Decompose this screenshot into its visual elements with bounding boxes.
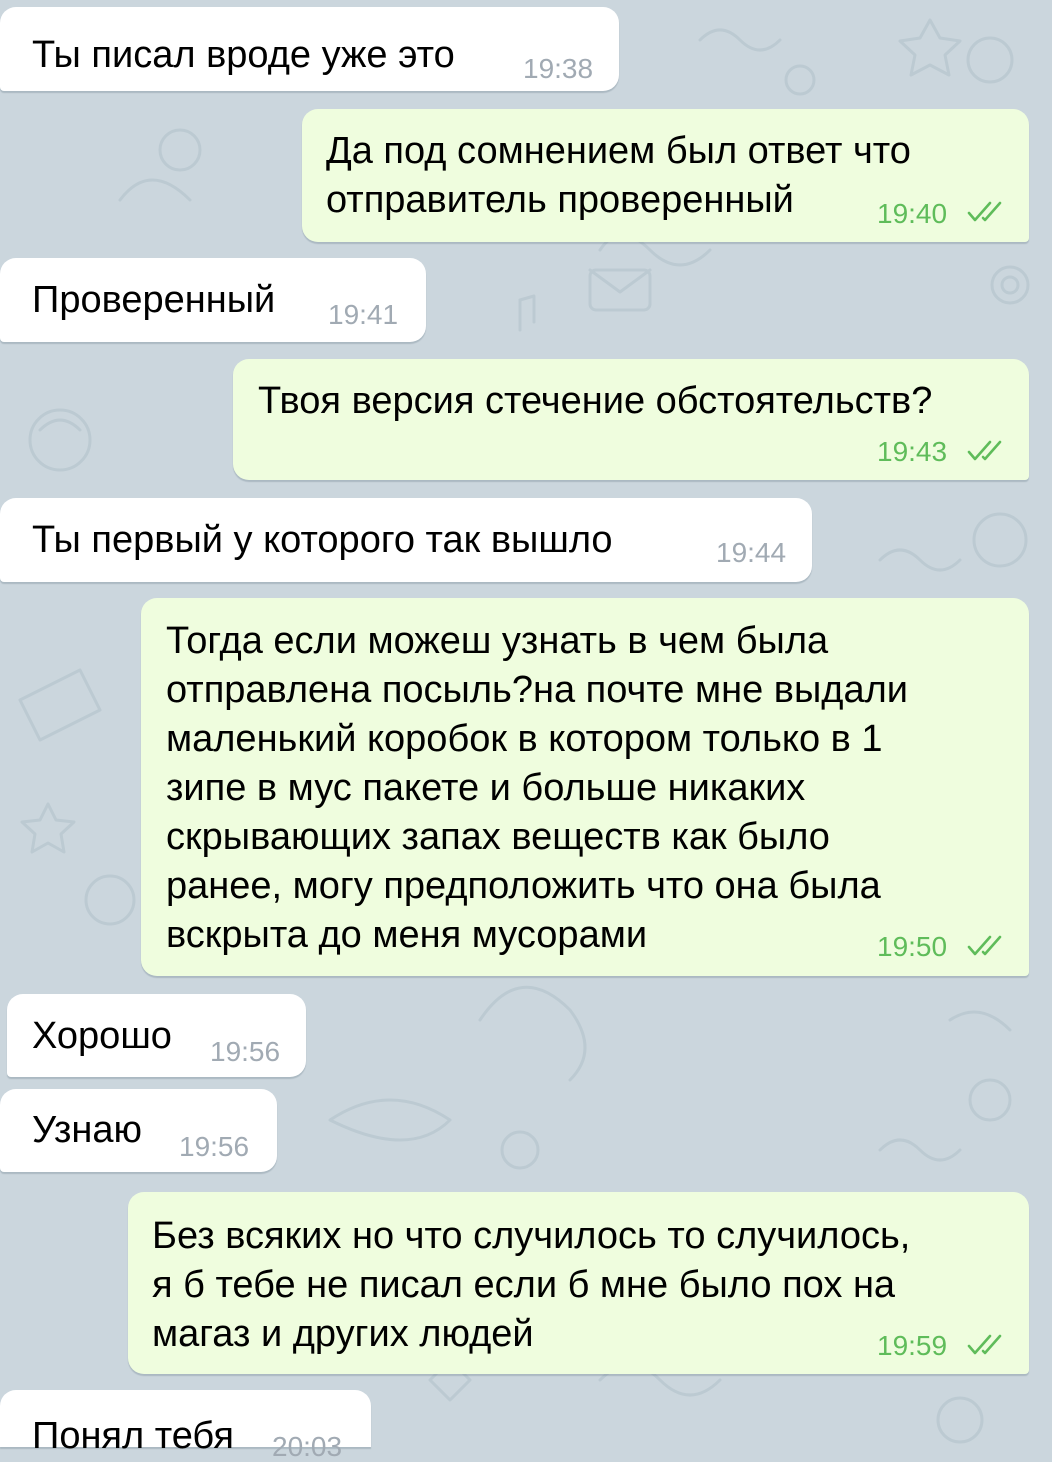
- message-text: Да под сомнением был ответ что отправите…: [326, 130, 911, 221]
- message-time: 20:03: [272, 1431, 343, 1462]
- message-text: Твоя версия стечение обстоятельств?: [258, 380, 933, 422]
- message-text: Узнаю: [32, 1109, 143, 1151]
- message-time: 19:38: [523, 53, 594, 84]
- message-bubble-incoming[interactable]: Проверенный 19:41: [0, 258, 426, 342]
- message-bubble-incoming[interactable]: Ты первый у которого так вышло 19:44: [0, 498, 812, 582]
- message-bubble-incoming[interactable]: Узнаю 19:56: [0, 1089, 277, 1172]
- message-time: 19:40: [877, 198, 948, 229]
- message-time: 19:44: [716, 537, 787, 568]
- message-bubble-outgoing[interactable]: Без всяких но что случилось то случилось…: [128, 1192, 1029, 1374]
- message-bubble-outgoing[interactable]: Да под сомнением был ответ что отправите…: [302, 109, 1029, 242]
- message-text: Хорошо: [32, 1015, 172, 1057]
- double-check-icon: [967, 1334, 1002, 1355]
- double-check-icon: [967, 935, 1002, 956]
- double-check-icon: [967, 440, 1002, 461]
- message-time: 19:50: [877, 931, 948, 962]
- message-bubble-incoming[interactable]: Хорошо 19:56: [7, 994, 306, 1077]
- double-check-icon: [967, 201, 1002, 222]
- message-text: Без всяких но что случилось то случилось…: [152, 1215, 911, 1355]
- message-time: 19:43: [877, 436, 948, 467]
- message-time: 19:59: [877, 1330, 948, 1361]
- message-bubble-outgoing[interactable]: Твоя версия стечение обстоятельств? 19:4…: [233, 359, 1029, 480]
- message-text: Понял тебя: [32, 1415, 234, 1457]
- message-text: Ты писал вроде уже это: [32, 34, 455, 76]
- message-time: 19:41: [328, 299, 399, 330]
- message-bubble-incoming[interactable]: Понял тебя 20:03: [0, 1390, 371, 1462]
- message-text: Проверенный: [32, 279, 276, 321]
- message-text: Тогда если можеш узнать в чем была отпра…: [166, 620, 909, 956]
- message-text: Ты первый у которого так вышло: [32, 519, 613, 561]
- chat-messages: Ты писал вроде уже это 19:38 Да под сомн…: [0, 0, 1052, 1462]
- message-bubble-outgoing[interactable]: Тогда если можеш узнать в чем была отпра…: [141, 598, 1029, 976]
- message-time: 19:56: [210, 1036, 281, 1067]
- message-time: 19:56: [179, 1131, 250, 1162]
- message-bubble-incoming[interactable]: Ты писал вроде уже это 19:38: [0, 7, 619, 91]
